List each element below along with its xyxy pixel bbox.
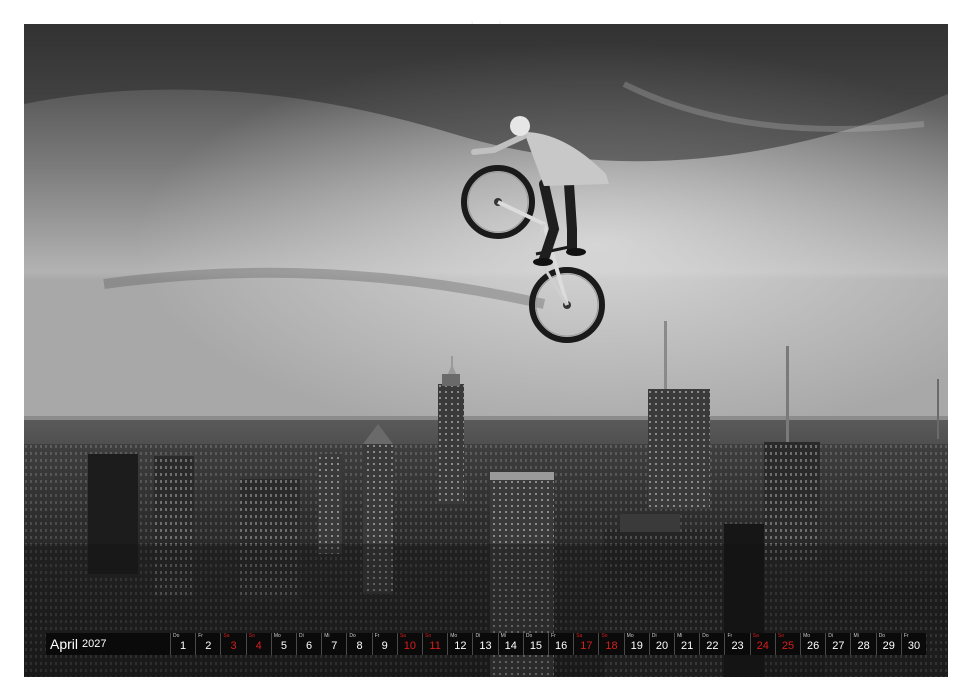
day-number: 16	[555, 640, 568, 652]
day-cell: Mi 14	[497, 633, 523, 655]
weekday-label: Di	[651, 633, 657, 639]
day-cell: So 25	[774, 633, 801, 655]
weekday-label: Do	[349, 633, 356, 639]
weekday-label: Fr	[198, 633, 203, 639]
day-cell: Fr 30	[900, 633, 927, 655]
day-cell: Sa 24	[749, 633, 775, 655]
day-cell: Sa 17	[573, 633, 599, 655]
weekday-label: Mi	[500, 633, 506, 639]
day-cell: Fr 2	[195, 633, 221, 655]
month-name: April	[50, 636, 79, 652]
weekday-label: Fr	[551, 633, 556, 639]
day-cell: Fr 16	[548, 633, 574, 655]
day-cell: Do 15	[522, 633, 549, 655]
day-number: 2	[205, 640, 212, 652]
day-cell: Fr 9	[371, 633, 397, 655]
day-cells: Do 1 Fr 2 Sa 3 So 4 Mo 5 Di 6 Mi 7 Do 8 Fr 9 Sa 10 So 11 Mo 12 D…	[170, 633, 927, 655]
weekday-label: Di	[828, 633, 834, 639]
day-number: 24	[756, 640, 769, 652]
day-number: 22	[706, 640, 719, 652]
day-number: 27	[832, 640, 845, 652]
day-cell: Do 8	[346, 633, 372, 655]
day-number: 9	[381, 640, 388, 652]
day-number: 14	[504, 640, 517, 652]
weekday-label: Mo	[626, 633, 634, 639]
day-cell: Sa 3	[220, 633, 246, 655]
day-number: 12	[454, 640, 467, 652]
weekday-label: Sa	[752, 633, 759, 639]
day-number: 30	[907, 640, 921, 652]
weekday-label: Fr	[903, 633, 909, 639]
day-cell: Mi 7	[321, 633, 347, 655]
day-cell: Di 13	[472, 633, 498, 655]
weekday-label: Sa	[399, 633, 406, 639]
photo-illustration	[24, 24, 948, 677]
weekday-label: Do	[702, 633, 709, 639]
weekday-label: Mo	[273, 633, 281, 639]
day-cell: Mi 28	[850, 633, 876, 655]
day-number: 21	[681, 640, 694, 652]
day-number: 5	[280, 640, 287, 652]
weekday-label: Do	[525, 633, 533, 639]
day-cell: So 11	[422, 633, 448, 655]
day-cell: Do 1	[170, 633, 196, 655]
day-cell: Di 6	[296, 633, 322, 655]
weekday-label: Mi	[853, 633, 859, 639]
sky	[24, 24, 948, 424]
day-cell: Mi 21	[674, 633, 700, 655]
day-cell: So 4	[245, 633, 271, 655]
weekday-label: Do	[173, 633, 180, 639]
calendar-photo	[24, 24, 948, 677]
weekday-label: So	[601, 633, 608, 639]
day-number: 17	[580, 640, 593, 652]
day-cell: Di 20	[648, 633, 675, 655]
day-number: 3	[230, 640, 237, 652]
day-number: 15	[529, 640, 543, 652]
day-number: 26	[807, 640, 820, 652]
day-cell: Mo 19	[623, 633, 649, 655]
day-number: 8	[356, 640, 363, 652]
weekday-label: Mi	[677, 633, 683, 639]
day-number: 7	[331, 640, 338, 652]
day-number: 20	[655, 640, 669, 652]
day-cell: Di 27	[825, 633, 851, 655]
weekday-label: So	[425, 633, 432, 639]
day-cell: Fr 23	[724, 633, 750, 655]
day-number: 13	[479, 640, 492, 652]
day-cell: Mo 26	[800, 633, 826, 655]
weekday-label: Mo	[450, 633, 458, 639]
day-number: 29	[882, 640, 895, 652]
day-cell: Mo 12	[447, 633, 473, 655]
weekday-label: Mo	[803, 633, 811, 639]
day-number: 25	[781, 640, 795, 652]
weekday-label: Sa	[576, 633, 583, 639]
weekday-label: Di	[299, 633, 304, 639]
weekday-label: Fr	[374, 633, 380, 639]
year-label: 2027	[82, 638, 107, 650]
day-number: 28	[857, 640, 870, 652]
day-number: 4	[255, 640, 262, 652]
weekday-label: Di	[475, 633, 481, 639]
weekday-label: Sa	[223, 633, 230, 639]
day-cell: Do 29	[875, 633, 901, 655]
day-number: 19	[630, 640, 643, 652]
weekday-label: So	[777, 633, 784, 639]
day-number: 10	[403, 640, 417, 652]
weekday-label: Fr	[727, 633, 733, 639]
day-number: 23	[731, 640, 744, 652]
weekday-label: Do	[878, 633, 886, 639]
day-cell: Sa 10	[396, 633, 423, 655]
weekday-label: Mi	[324, 633, 330, 639]
day-cell: So 18	[598, 633, 624, 655]
day-number: 1	[180, 640, 187, 652]
day-cell: Do 22	[699, 633, 725, 655]
weekday-label: So	[248, 633, 255, 639]
day-cell: Mo 5	[270, 633, 297, 655]
day-number: 6	[306, 640, 313, 652]
day-number: 11	[429, 640, 441, 652]
calendar-strip: April 2027 Do 1 Fr 2 Sa 3 So 4 Mo 5 Di 6 Mi 7 Do 8 Fr 9 Sa…	[46, 633, 927, 655]
day-number: 18	[605, 640, 618, 652]
month-label: April 2027	[46, 633, 170, 655]
